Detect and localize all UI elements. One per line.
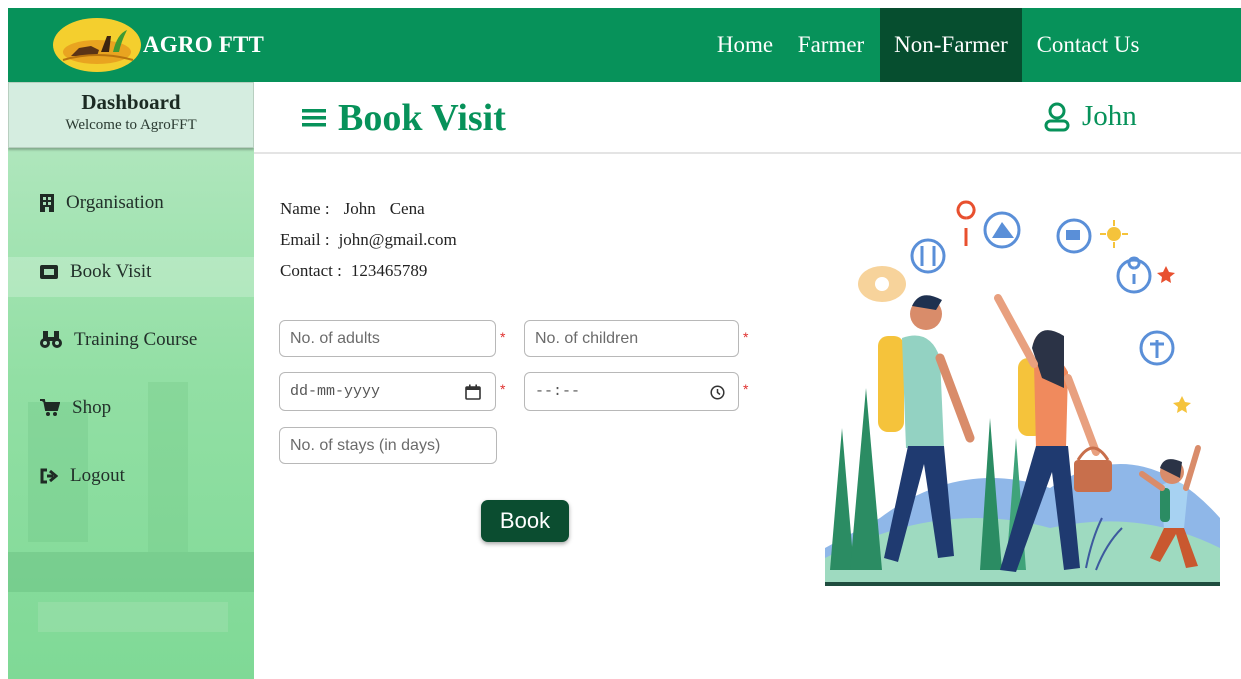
sidebar: Dashboard Welcome to AgroFFT Organisatio… bbox=[8, 82, 254, 679]
hiking-family-illustration bbox=[825, 200, 1220, 586]
nav-contact-us[interactable]: Contact Us bbox=[1026, 8, 1150, 82]
nav-farmer[interactable]: Farmer bbox=[790, 8, 872, 82]
sidebar-item-shop[interactable]: Shop bbox=[40, 397, 111, 419]
sidebar-item-label: Logout bbox=[70, 465, 125, 486]
time-placeholder: --:-- bbox=[535, 383, 581, 400]
profile-contact-row: Contact : 123465789 bbox=[280, 261, 427, 281]
brand[interactable]: AGRO FTT bbox=[53, 16, 264, 74]
first-name: John bbox=[343, 199, 376, 218]
contact-value: 123465789 bbox=[350, 261, 428, 280]
adults-input[interactable]: No. of adults bbox=[279, 320, 496, 357]
name-label: Name : bbox=[280, 199, 330, 218]
nav-home[interactable]: Home bbox=[706, 8, 784, 82]
date-placeholder: dd-mm-yyyy bbox=[290, 383, 381, 400]
brand-name: AGRO FTT bbox=[143, 32, 265, 57]
profile-email-row: Email : john@gmail.com bbox=[280, 230, 457, 250]
ticket-icon bbox=[40, 265, 58, 279]
binoculars-icon bbox=[40, 331, 62, 348]
hamburger-icon[interactable] bbox=[302, 107, 326, 129]
email-value: john@gmail.com bbox=[338, 230, 457, 249]
sidebar-item-training-course[interactable]: Training Course bbox=[40, 329, 197, 351]
sidebar-item-label: Training Course bbox=[74, 329, 198, 350]
email-label: Email : bbox=[280, 230, 330, 249]
nav-non-farmer[interactable]: Non-Farmer bbox=[880, 8, 1022, 82]
required-marker: * bbox=[743, 329, 749, 345]
agro-logo-icon bbox=[53, 18, 141, 72]
contact-label: Contact : bbox=[280, 261, 342, 280]
top-navbar: AGRO FTT Home Farmer Non-Farmer Contact … bbox=[8, 8, 1241, 82]
calendar-icon[interactable] bbox=[465, 384, 481, 400]
book-button[interactable]: Book bbox=[481, 500, 569, 542]
building-icon bbox=[40, 194, 54, 212]
cart-icon bbox=[40, 399, 60, 416]
stays-input[interactable]: No. of stays (in days) bbox=[279, 427, 497, 464]
children-input[interactable]: No. of children bbox=[524, 320, 739, 357]
dashboard-card: Dashboard Welcome to AgroFFT bbox=[8, 82, 254, 148]
dashboard-title: Dashboard bbox=[81, 90, 181, 114]
required-marker: * bbox=[743, 381, 749, 397]
date-input[interactable]: dd-mm-yyyy bbox=[279, 372, 496, 411]
page-header: Book Visit John bbox=[254, 82, 1241, 154]
page-title: Book Visit bbox=[338, 97, 506, 139]
sidebar-item-book-visit[interactable]: Book Visit bbox=[40, 261, 151, 283]
sign-out-icon bbox=[40, 468, 58, 484]
required-marker: * bbox=[500, 329, 506, 345]
user-name: John bbox=[1082, 100, 1137, 132]
last-name: Cena bbox=[389, 199, 425, 218]
sidebar-item-label: Book Visit bbox=[70, 261, 152, 282]
dashboard-subtitle: Welcome to AgroFFT bbox=[65, 117, 197, 133]
sidebar-item-organisation[interactable]: Organisation bbox=[40, 192, 164, 214]
time-input[interactable]: --:-- bbox=[524, 372, 739, 411]
user-menu[interactable]: John bbox=[1044, 100, 1137, 133]
sidebar-background-image bbox=[8, 257, 254, 632]
profile-name-row: Name : John Cena bbox=[280, 199, 425, 219]
clock-icon[interactable] bbox=[710, 385, 725, 400]
required-marker: * bbox=[500, 381, 506, 397]
sidebar-item-label: Organisation bbox=[66, 192, 164, 213]
sidebar-item-label: Shop bbox=[72, 397, 112, 418]
page-title-block: Book Visit bbox=[302, 96, 506, 140]
sidebar-item-logout[interactable]: Logout bbox=[40, 465, 125, 487]
user-icon bbox=[1044, 102, 1070, 131]
